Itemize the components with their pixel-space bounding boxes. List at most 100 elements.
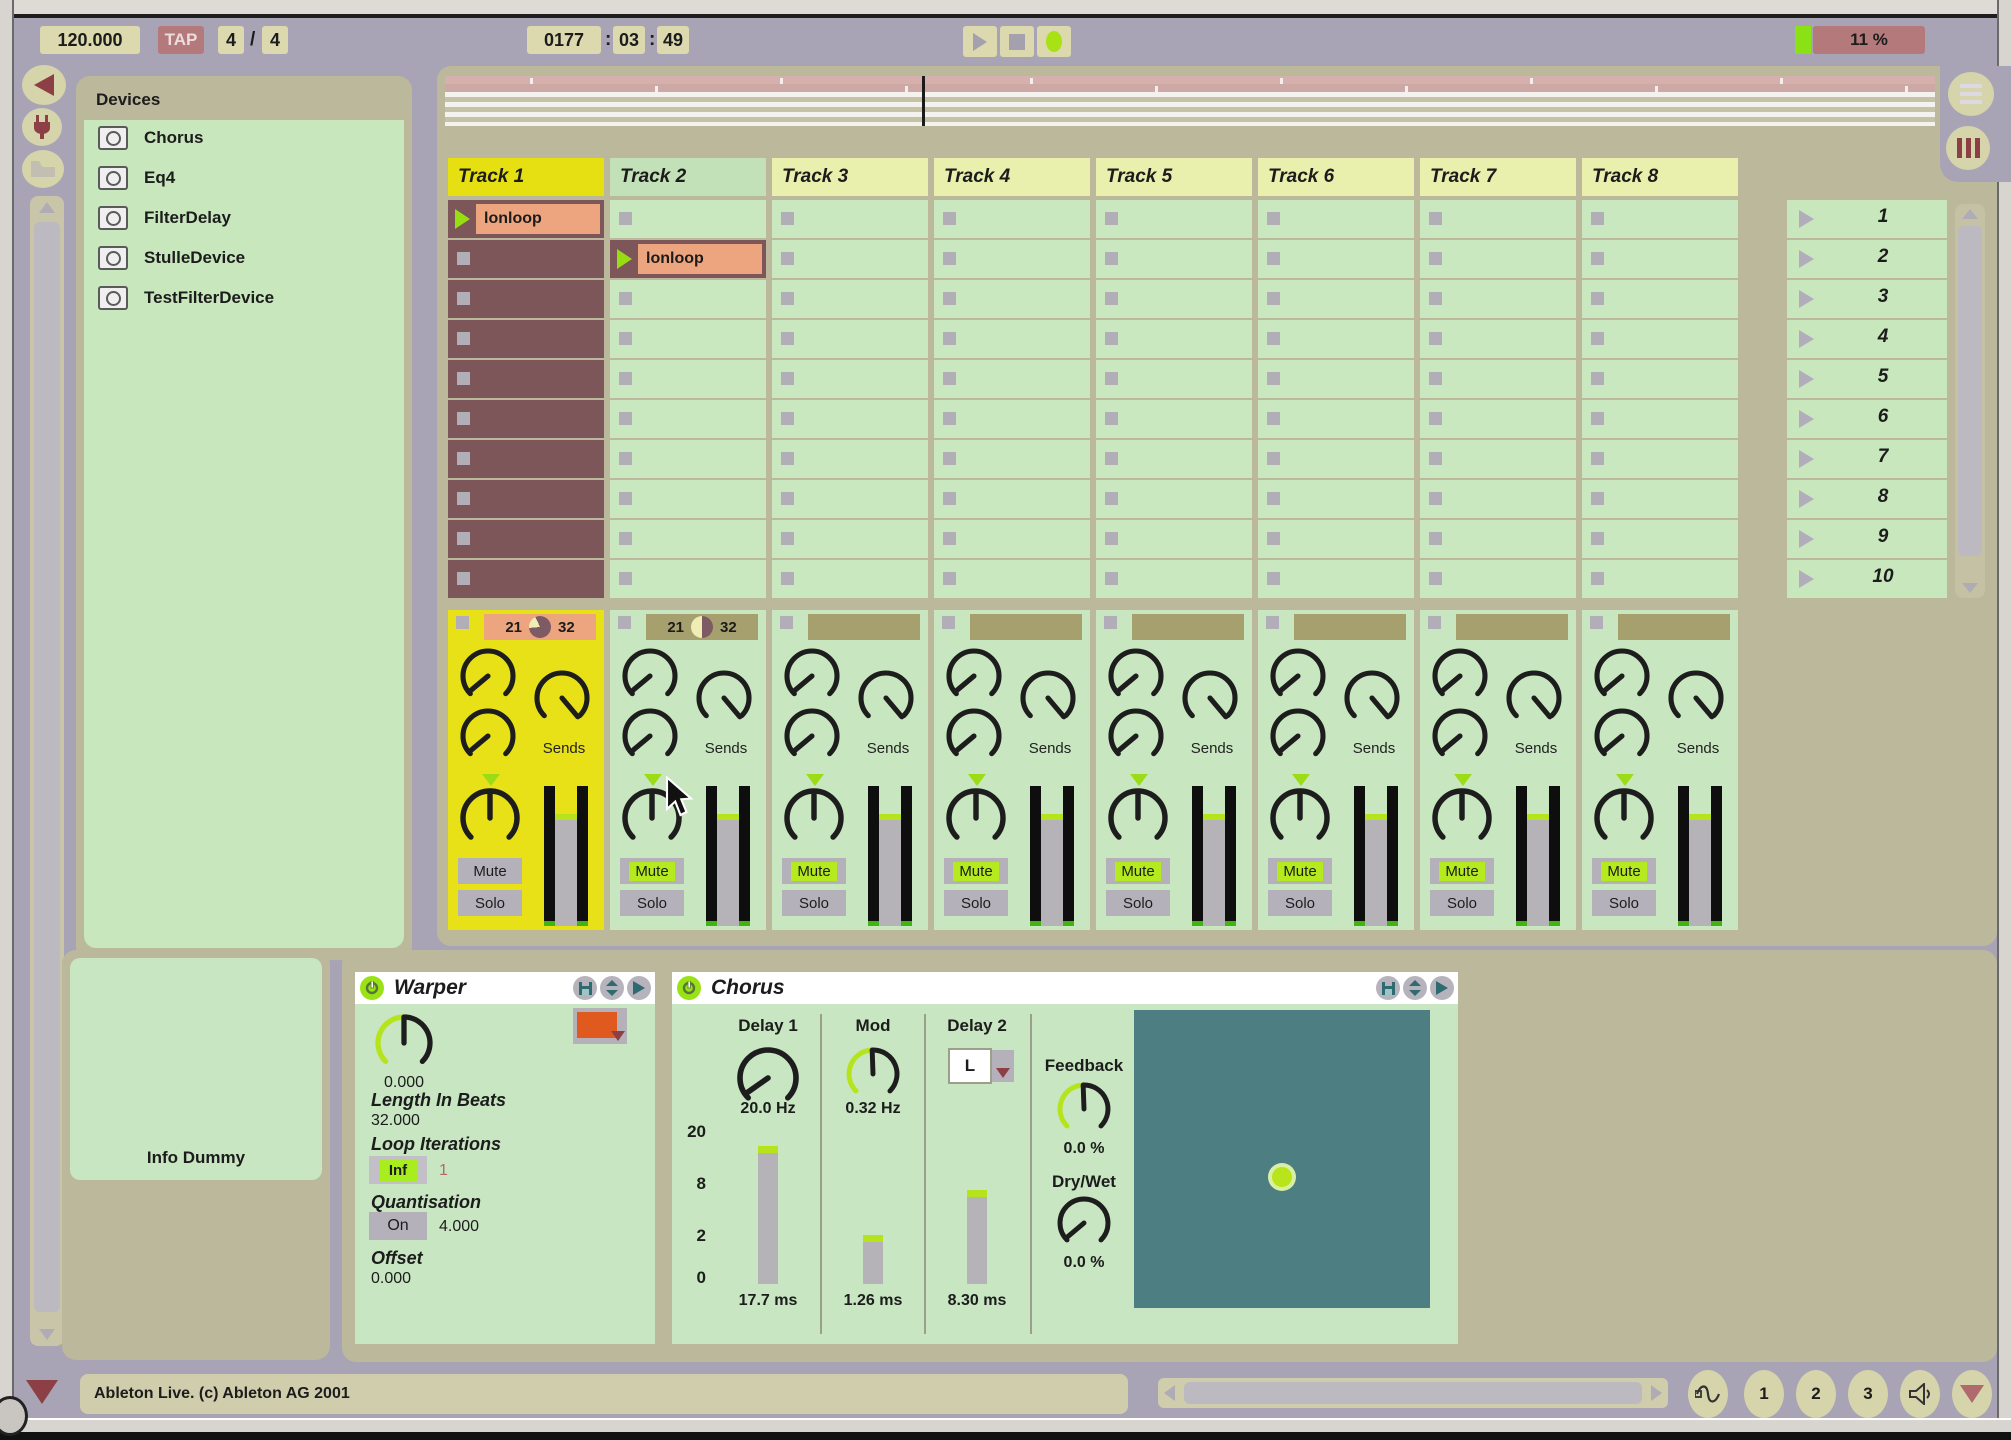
- device-power-button[interactable]: [360, 976, 384, 1000]
- clip-slot[interactable]: [1258, 560, 1414, 598]
- clip-slot[interactable]: [610, 520, 766, 558]
- clip-slot[interactable]: [1258, 520, 1414, 558]
- track-header-5[interactable]: Track 5: [1096, 158, 1252, 196]
- save-preset-button[interactable]: [573, 976, 597, 1000]
- clip-slot[interactable]: [772, 440, 928, 478]
- clip-stop-icon[interactable]: [943, 532, 956, 545]
- track-stop-icon[interactable]: [1590, 616, 1603, 629]
- clip-stop-icon[interactable]: [457, 572, 470, 585]
- save-preset-button[interactable]: [1376, 976, 1400, 1000]
- clip-slot[interactable]: [1258, 440, 1414, 478]
- clip-stop-icon[interactable]: [1105, 492, 1118, 505]
- clip-stop-icon[interactable]: [781, 492, 794, 505]
- send-b-knob[interactable]: [1592, 706, 1652, 771]
- volume-fader[interactable]: [1192, 786, 1236, 926]
- clip-slot[interactable]: [1420, 360, 1576, 398]
- mute-button[interactable]: Mute: [1430, 858, 1494, 884]
- record-button[interactable]: [1037, 26, 1071, 57]
- mod-freq-knob[interactable]: [844, 1045, 902, 1108]
- send-a-knob[interactable]: [458, 646, 518, 711]
- clip-slot[interactable]: [1258, 280, 1414, 318]
- tempo-field[interactable]: 120.000: [40, 26, 140, 54]
- clip-stop-icon[interactable]: [619, 452, 632, 465]
- scene-row-1[interactable]: 1: [1787, 200, 1947, 238]
- pan-knob[interactable]: [1268, 786, 1332, 855]
- clip-stop-icon[interactable]: [1105, 332, 1118, 345]
- scene-scrollbar[interactable]: [1955, 204, 1985, 598]
- volume-knob[interactable]: [856, 668, 916, 733]
- mute-button[interactable]: Mute: [1268, 858, 1332, 884]
- clip-slot[interactable]: [1258, 200, 1414, 238]
- mute-button[interactable]: Mute: [458, 858, 522, 884]
- scene-row-3[interactable]: 3: [1787, 280, 1947, 318]
- scroll-down-icon[interactable]: [1962, 583, 1978, 593]
- clip-slot[interactable]: [772, 200, 928, 238]
- clip-stop-icon[interactable]: [943, 372, 956, 385]
- drywet-knob[interactable]: [1055, 1194, 1113, 1257]
- track-stop-icon[interactable]: [780, 616, 793, 629]
- browser-item-filterdelay[interactable]: FilterDelay: [84, 200, 404, 236]
- clip-stop-icon[interactable]: [1429, 252, 1442, 265]
- clip-slot[interactable]: [448, 400, 604, 438]
- send-b-knob[interactable]: [1430, 706, 1490, 771]
- clip-slot[interactable]: [1096, 200, 1252, 238]
- clip-stop-icon[interactable]: [1429, 452, 1442, 465]
- quantisation-value[interactable]: 4.000: [439, 1218, 479, 1236]
- clip-slot[interactable]: [448, 280, 604, 318]
- clip-slot[interactable]: [610, 320, 766, 358]
- clip-slot[interactable]: [1582, 280, 1738, 318]
- clip-slot[interactable]: [1096, 320, 1252, 358]
- solo-button[interactable]: Solo: [944, 890, 1008, 916]
- send-b-knob[interactable]: [782, 706, 842, 771]
- browser-scrollbar[interactable]: [30, 196, 64, 1346]
- clip-slot[interactable]: lonloop: [448, 200, 604, 238]
- show-hide-button[interactable]: [1952, 1370, 1992, 1418]
- clip-stop-icon[interactable]: [1429, 372, 1442, 385]
- track-header-1[interactable]: Track 1: [448, 158, 604, 196]
- pan-knob[interactable]: [1106, 786, 1170, 855]
- clip-slot[interactable]: [934, 200, 1090, 238]
- clip-stop-icon[interactable]: [1267, 332, 1280, 345]
- scene-row-10[interactable]: 10: [1787, 560, 1947, 598]
- volume-knob[interactable]: [1666, 668, 1726, 733]
- clip-stop-icon[interactable]: [781, 332, 794, 345]
- browser-plugins-button[interactable]: [22, 108, 62, 146]
- clip-slot[interactable]: [772, 320, 928, 358]
- clip-slot[interactable]: [1582, 320, 1738, 358]
- clip-stop-icon[interactable]: [1267, 212, 1280, 225]
- play-button[interactable]: [963, 26, 997, 57]
- delay2-time-value[interactable]: 8.30 ms: [948, 1292, 1007, 1310]
- solo-button[interactable]: Solo: [1106, 890, 1170, 916]
- clip-stop-icon[interactable]: [457, 332, 470, 345]
- volume-fader[interactable]: [544, 786, 588, 926]
- clip-stop-icon[interactable]: [457, 252, 470, 265]
- clip-slot[interactable]: [448, 320, 604, 358]
- clip-slot[interactable]: [1096, 280, 1252, 318]
- track-stop-icon[interactable]: [1104, 616, 1117, 629]
- mute-button[interactable]: Mute: [944, 858, 1008, 884]
- volume-fader[interactable]: [1030, 786, 1074, 926]
- track-stop-icon[interactable]: [618, 616, 631, 629]
- clip-stop-icon[interactable]: [943, 412, 956, 425]
- keymap-slot-2-button[interactable]: 2: [1796, 1370, 1836, 1418]
- feedback-value[interactable]: 0.0 %: [1064, 1140, 1105, 1158]
- preview-preset-button[interactable]: [627, 976, 651, 1000]
- clip-stop-icon[interactable]: [943, 492, 956, 505]
- clip-stop-icon[interactable]: [1105, 372, 1118, 385]
- clip-slot[interactable]: [772, 520, 928, 558]
- clip-slot[interactable]: [1420, 440, 1576, 478]
- clip-stop-icon[interactable]: [1267, 492, 1280, 505]
- browser-item-stulledevice[interactable]: StulleDevice: [84, 240, 404, 276]
- clip-stop-icon[interactable]: [1267, 252, 1280, 265]
- volume-fader[interactable]: [1516, 786, 1560, 926]
- xy-pad-handle[interactable]: [1272, 1166, 1292, 1187]
- delay2-channel-select[interactable]: L: [948, 1048, 992, 1084]
- scroll-left-icon[interactable]: [1164, 1385, 1175, 1401]
- solo-button[interactable]: Solo: [1268, 890, 1332, 916]
- scroll-down-icon[interactable]: [39, 1329, 55, 1340]
- loop-inf-button[interactable]: Inf: [369, 1156, 427, 1184]
- scroll-up-icon[interactable]: [39, 202, 55, 213]
- solo-button[interactable]: Solo: [1430, 890, 1494, 916]
- clip-slot[interactable]: [610, 440, 766, 478]
- device-power-button[interactable]: [677, 976, 701, 1000]
